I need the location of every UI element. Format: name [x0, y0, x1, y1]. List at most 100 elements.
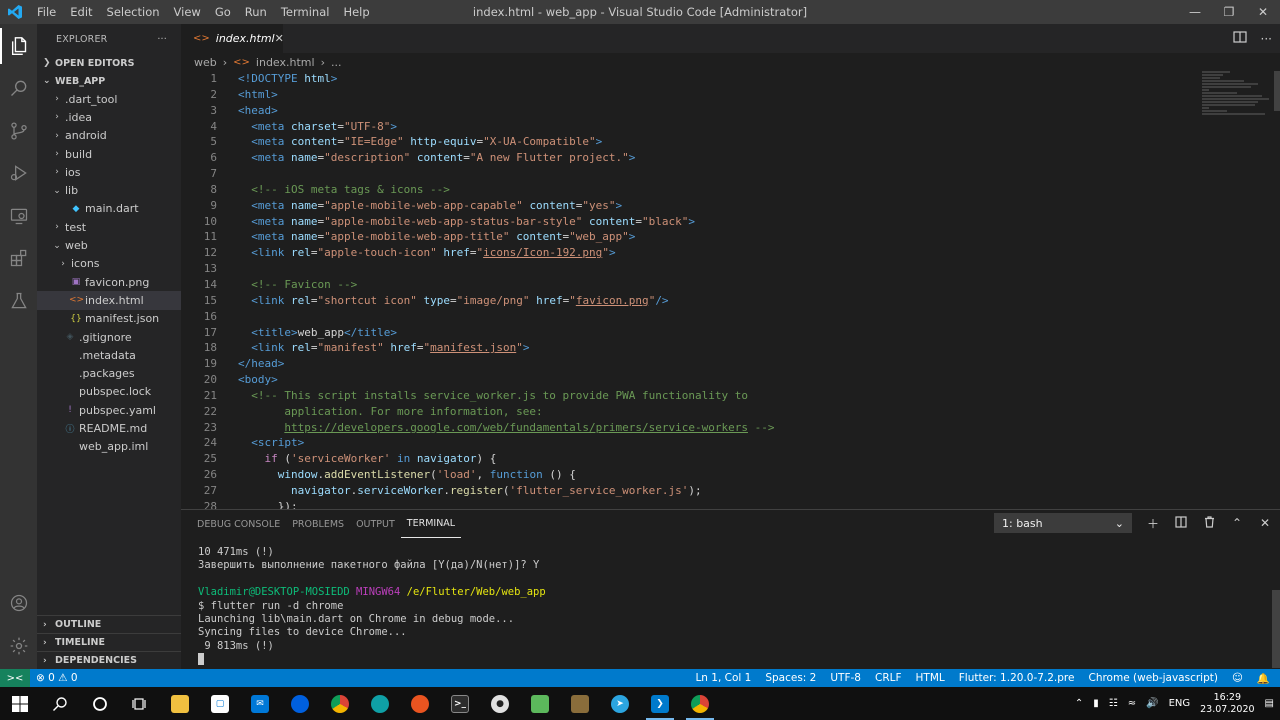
- source-control-icon[interactable]: [0, 113, 37, 149]
- menu-edit[interactable]: Edit: [63, 0, 99, 24]
- extensions-icon[interactable]: [0, 240, 37, 276]
- split-editor-icon[interactable]: [1232, 31, 1247, 46]
- section-dependencies[interactable]: › DEPENDENCIES: [37, 651, 181, 669]
- terminal-app-icon[interactable]: >_: [440, 687, 480, 720]
- store-icon[interactable]: ▢: [200, 687, 240, 720]
- tree-file[interactable]: pubspec.lock: [37, 383, 181, 401]
- project-section[interactable]: ⌄ WEB_APP: [37, 72, 181, 90]
- maximize-panel-icon[interactable]: ⌃: [1230, 516, 1244, 530]
- cortana-icon[interactable]: [80, 687, 120, 720]
- tree-folder[interactable]: › build: [37, 145, 181, 163]
- vscode-taskbar-icon[interactable]: ❯: [640, 687, 680, 720]
- terminal-scrollbar[interactable]: [1272, 590, 1280, 668]
- run-debug-icon[interactable]: [0, 155, 37, 191]
- new-terminal-icon[interactable]: ＋: [1146, 515, 1160, 532]
- tree-file[interactable]: ◈ .gitignore: [37, 328, 181, 346]
- menu-selection[interactable]: Selection: [100, 0, 167, 24]
- menu-view[interactable]: View: [167, 0, 208, 24]
- tree-folder[interactable]: › android: [37, 127, 181, 145]
- search-icon[interactable]: [0, 70, 37, 106]
- line-endings[interactable]: CRLF: [875, 672, 902, 684]
- problems-count[interactable]: ⊗ 0 ⚠ 0: [36, 672, 78, 684]
- breadcrumb-folder[interactable]: web: [194, 56, 217, 69]
- vpn-lock-icon[interactable]: ●: [480, 687, 520, 720]
- tree-file[interactable]: <> index.html: [37, 291, 181, 310]
- menu-file[interactable]: File: [30, 0, 63, 24]
- menu-run[interactable]: Run: [238, 0, 274, 24]
- clock[interactable]: 16:29 23.07.2020: [1200, 692, 1254, 716]
- notepad-icon[interactable]: [520, 687, 560, 720]
- account-icon[interactable]: [0, 585, 37, 621]
- tree-folder[interactable]: › icons: [37, 255, 181, 273]
- section-timeline[interactable]: › TIMELINE: [37, 633, 181, 651]
- editor-scrollbar[interactable]: [1274, 71, 1280, 111]
- tree-file[interactable]: ⓘ README.md: [37, 419, 181, 437]
- tree-folder[interactable]: › .dart_tool: [37, 90, 181, 108]
- minimap[interactable]: [1202, 71, 1272, 131]
- tab-index-html[interactable]: <> index.html ✕: [181, 24, 284, 53]
- trash-icon[interactable]: [1202, 515, 1216, 531]
- tree-file[interactable]: ◆ main.dart: [37, 200, 181, 218]
- tree-file[interactable]: ▣ favicon.png: [37, 273, 181, 291]
- firefox-icon[interactable]: [280, 687, 320, 720]
- target-device[interactable]: Chrome (web-javascript): [1088, 672, 1217, 684]
- tree-file[interactable]: .packages: [37, 364, 181, 382]
- close-panel-icon[interactable]: ✕: [1258, 516, 1272, 530]
- telegram-icon[interactable]: ➤: [600, 687, 640, 720]
- more-actions-icon[interactable]: ···: [1261, 32, 1272, 46]
- code-editor[interactable]: 1 <!DOCTYPE html> 2 <html> 3 <head> 4 <meta ch…: [181, 71, 1191, 509]
- flutter-version[interactable]: Flutter: 1.20.0-7.2.pre: [959, 672, 1075, 684]
- task-view-icon[interactable]: [120, 687, 160, 720]
- close-tab-icon[interactable]: ✕: [275, 32, 284, 45]
- remote-indicator[interactable]: ><: [0, 669, 30, 687]
- section-outline[interactable]: › OUTLINE: [37, 615, 181, 633]
- network-icon[interactable]: ☷: [1109, 698, 1118, 709]
- indentation[interactable]: Spaces: 2: [765, 672, 816, 684]
- chevron-up-icon[interactable]: ⌃: [1075, 698, 1083, 709]
- language-mode[interactable]: HTML: [916, 672, 945, 684]
- panel-tab-debug-console[interactable]: DEBUG CONSOLE: [191, 510, 286, 538]
- windows-start-icon[interactable]: [0, 687, 40, 720]
- tree-file[interactable]: .metadata: [37, 346, 181, 364]
- menu-go[interactable]: Go: [208, 0, 238, 24]
- panel-tab-problems[interactable]: PROBLEMS: [286, 510, 350, 538]
- testing-flask-icon[interactable]: [0, 283, 37, 319]
- file-explorer-icon[interactable]: [160, 687, 200, 720]
- encoding[interactable]: UTF-8: [830, 672, 861, 684]
- panel-tab-output[interactable]: OUTPUT: [350, 510, 401, 538]
- close-icon[interactable]: ✕: [1246, 0, 1280, 24]
- explorer-icon[interactable]: [0, 28, 37, 64]
- feedback-icon[interactable]: ☺: [1232, 672, 1243, 684]
- wifi-icon[interactable]: ≈: [1128, 698, 1136, 709]
- tree-folder[interactable]: › .idea: [37, 108, 181, 126]
- tree-folder[interactable]: › ios: [37, 163, 181, 181]
- notifications-bell-icon[interactable]: 🔔: [1257, 672, 1270, 685]
- restore-icon[interactable]: ❐: [1212, 0, 1246, 24]
- settings-gear-icon[interactable]: [0, 628, 37, 664]
- chrome-icon[interactable]: [320, 687, 360, 720]
- battery-icon[interactable]: ▮: [1093, 698, 1099, 709]
- edge-icon[interactable]: [360, 687, 400, 720]
- tree-file[interactable]: {} manifest.json: [37, 310, 181, 328]
- ubuntu-icon[interactable]: [400, 687, 440, 720]
- remote-explorer-icon[interactable]: [0, 198, 37, 234]
- search-icon[interactable]: [40, 687, 80, 720]
- volume-icon[interactable]: 🔊: [1146, 698, 1158, 709]
- tree-folder[interactable]: › test: [37, 218, 181, 236]
- tree-file[interactable]: web_app.iml: [37, 438, 181, 456]
- tree-folder[interactable]: ⌄ lib: [37, 181, 181, 199]
- minimize-icon[interactable]: —: [1178, 0, 1212, 24]
- open-editors-section[interactable]: ❯ OPEN EDITORS: [37, 54, 181, 72]
- breadcrumb-symbol[interactable]: ...: [331, 56, 342, 69]
- chrome-taskbar-icon[interactable]: [680, 687, 720, 720]
- notification-center-icon[interactable]: ▤: [1265, 698, 1274, 709]
- tree-folder[interactable]: ⌄ web: [37, 236, 181, 254]
- menu-help[interactable]: Help: [336, 0, 376, 24]
- menu-terminal[interactable]: Terminal: [274, 0, 337, 24]
- panel-tab-terminal[interactable]: TERMINAL: [400, 510, 462, 538]
- film-app-icon[interactable]: [560, 687, 600, 720]
- terminal-output[interactable]: 10 471ms (!) Завершить выполнение пакетно…: [198, 546, 546, 667]
- split-terminal-icon[interactable]: [1174, 515, 1188, 531]
- terminal-select[interactable]: 1: bash ⌄: [994, 513, 1132, 533]
- breadcrumb-file[interactable]: index.html: [256, 56, 315, 69]
